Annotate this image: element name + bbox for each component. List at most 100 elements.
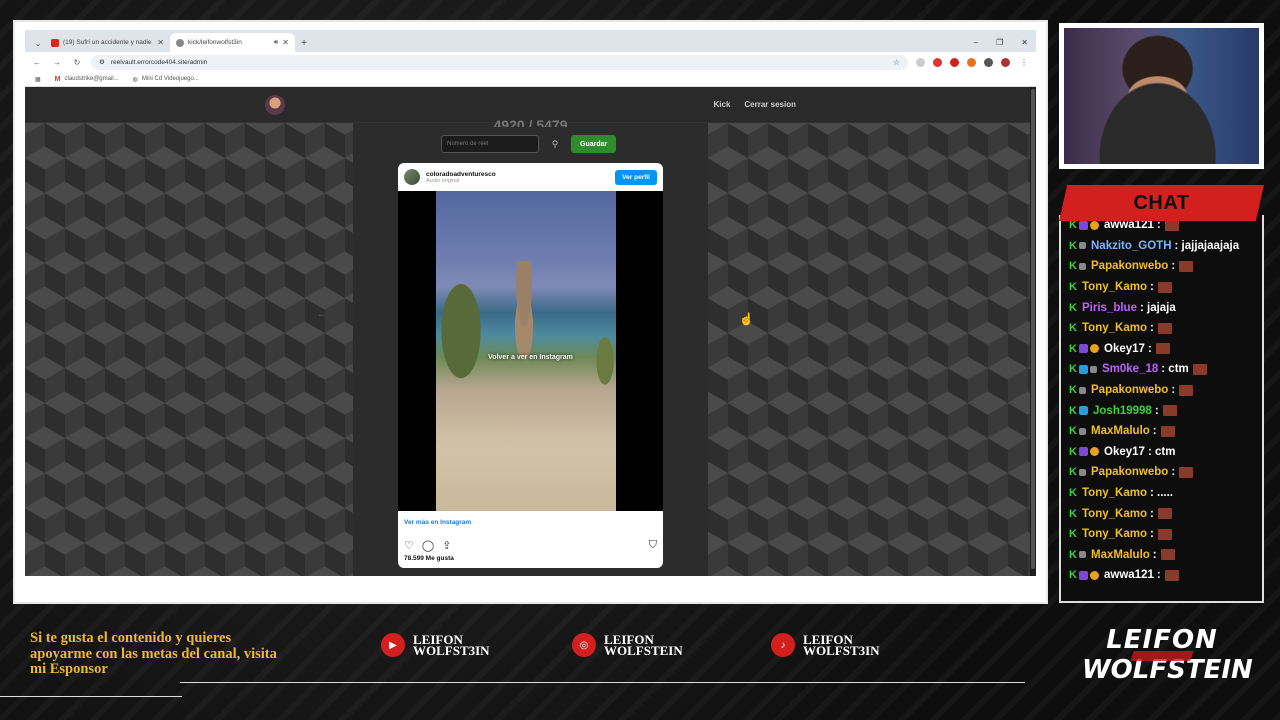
kick-icon: K (1069, 548, 1077, 561)
chat-text: : (1156, 569, 1161, 582)
reload-icon[interactable]: ↻ (71, 58, 83, 67)
chat-username[interactable]: awwa121 (1104, 219, 1154, 231)
share-icon[interactable]: ⇪ (442, 539, 451, 552)
kick-icon: K (1069, 507, 1077, 520)
new-tab-button[interactable]: + (295, 34, 313, 52)
replay-overlay[interactable]: Volver a ver en Instagram (398, 354, 663, 361)
sub-badge-icon (1079, 447, 1088, 457)
sub-badge-icon (1079, 344, 1088, 354)
view-profile-button[interactable]: Ver perfil (615, 169, 657, 185)
emote-icon (1179, 260, 1194, 272)
chat-username[interactable]: Papakonwebo (1091, 384, 1168, 396)
chat-username[interactable]: awwa121 (1104, 569, 1154, 581)
tab-youtube[interactable]: (19) Sufrí un accidente y nadie ✕ (45, 33, 170, 52)
apps-grid-icon[interactable]: ▦ (35, 76, 41, 83)
chat-text: : (1154, 404, 1159, 417)
chat-username[interactable]: Okey17 (1104, 446, 1145, 458)
sub-badge-icon (1079, 570, 1088, 580)
ig-header: coloradoadventuresco Audio original Ver … (398, 163, 663, 191)
chat-username[interactable]: Sm0ke_18 (1102, 363, 1158, 375)
browser-window: ⌄ (19) Sufrí un accidente y nadie ✕ kick… (25, 30, 1036, 576)
chat-username[interactable]: Tony_Kamo (1082, 528, 1147, 540)
chat-username[interactable]: Papakonwebo (1091, 466, 1168, 478)
forward-icon[interactable]: → (51, 58, 63, 67)
site-logo[interactable] (265, 94, 285, 115)
url-field[interactable]: ⚙ reelvault.errorcode404.site/admin ☆ (91, 54, 908, 70)
chat-text: : ..... (1149, 487, 1173, 500)
sponsor-text: Si te gusta el contenido y quieres apoya… (30, 630, 277, 677)
chat-text: : (1152, 548, 1157, 561)
extensions-puzzle-icon[interactable] (984, 57, 993, 67)
chat-username[interactable]: Tony_Kamo (1082, 508, 1147, 520)
close-tab-icon[interactable]: ✕ (157, 38, 164, 47)
prev-arrow-icon[interactable]: ← (317, 309, 327, 320)
webcam-frame (1059, 23, 1264, 169)
tool-badge-icon (1079, 468, 1086, 476)
chat-username[interactable]: MaxMalulo (1091, 425, 1150, 437)
close-tab-icon[interactable]: ✕ (282, 38, 289, 47)
chat-message: K Piris_blue: jajaja (1069, 297, 1254, 318)
chat-username[interactable]: Piris_blue (1082, 302, 1137, 314)
chat-username[interactable]: Papakonwebo (1091, 260, 1168, 272)
avatar[interactable] (404, 169, 420, 185)
chat-username[interactable]: MaxMalulo (1091, 549, 1150, 561)
handle-line: WOLFST3IN (413, 643, 490, 658)
save-button[interactable]: Guardar (571, 135, 617, 153)
bush-shape (594, 331, 616, 391)
chat-text: : (1171, 260, 1176, 273)
youtube-icon (51, 38, 59, 47)
restore-icon[interactable]: ❐ (996, 38, 1003, 47)
emote-icon (1192, 363, 1207, 375)
chat-username[interactable]: Okey17 (1104, 343, 1145, 355)
extension-icon[interactable] (916, 57, 925, 67)
tab-search-icon[interactable]: ⌄ (31, 34, 45, 52)
emote-icon (1157, 508, 1172, 520)
profile-avatar[interactable] (1001, 57, 1010, 67)
chat-username[interactable]: Nakzito_GOTH (1091, 240, 1172, 252)
metamask-icon[interactable] (967, 57, 976, 67)
menu-dots-icon[interactable]: ⋮ (1018, 58, 1030, 67)
close-window-icon[interactable]: ✕ (1021, 38, 1028, 47)
bookmark-minicd[interactable]: ◍ Mini Cd Videojuego... (133, 76, 199, 83)
minimize-icon[interactable]: – (974, 38, 978, 47)
chat-username[interactable]: Tony_Kamo (1082, 322, 1147, 334)
comment-icon[interactable]: ◯ (422, 539, 434, 552)
tab-kick[interactable]: kick/leifonwolfst3in 🔊︎ ✕ (170, 33, 295, 52)
window-controls: – ❐ ✕ (966, 38, 1036, 52)
search-icon[interactable]: ⚲ (547, 136, 563, 152)
nav-link-kick[interactable]: Kick (714, 100, 731, 109)
kick-icon: K (1069, 487, 1077, 500)
speaker-icon[interactable]: 🔊︎ (274, 39, 278, 47)
heart-icon[interactable]: ♡ (404, 539, 414, 552)
bookmark-gmail[interactable]: Mclaudstrike@gmail... (55, 76, 119, 83)
reel-number-input[interactable] (441, 135, 539, 153)
bookmark-icon[interactable]: ⛉ (649, 539, 657, 552)
chat-username[interactable]: Tony_Kamo (1082, 281, 1147, 293)
extension-icon[interactable] (950, 57, 959, 67)
site-info-icon[interactable]: ⚙ (99, 58, 105, 66)
chat-username[interactable]: Josh19998 (1093, 405, 1152, 417)
chat-username[interactable]: Tony_Kamo (1082, 487, 1147, 499)
back-icon[interactable]: ← (31, 58, 43, 67)
page-scrollbar[interactable] (1030, 87, 1036, 576)
url-text: reelvault.errorcode404.site/admin (110, 58, 208, 66)
bookmark-star-icon[interactable]: ☆ (893, 58, 900, 67)
chat-title: CHAT (1059, 185, 1264, 221)
extension-icon[interactable] (933, 57, 942, 67)
ig-video[interactable]: Volver a ver en Instagram (398, 191, 663, 511)
kick-icon: K (1069, 425, 1077, 438)
handle-line: WOLFST3IN (803, 643, 880, 658)
ig-actions: ♡ ◯ ⇪ ⛉ (398, 537, 663, 554)
ig-username[interactable]: coloradoadventuresco (426, 171, 496, 178)
nav-link-logout[interactable]: Cerrar sesion (744, 100, 796, 109)
reel-form: ⚲ Guardar (441, 135, 617, 153)
instagram-embed: coloradoadventuresco Audio original Ver … (398, 163, 663, 568)
bookmarks-bar: ▦ Mclaudstrike@gmail... ◍ Mini Cd Videoju… (25, 72, 1036, 87)
see-more-link[interactable]: Ver más en Instagram (398, 511, 663, 537)
web-page: Kick Cerrar sesion ← ☝ 4920 / 5479 ⚲ Gua… (25, 87, 1036, 576)
scroll-thumb[interactable] (1031, 89, 1035, 569)
chat-message: K Josh19998: (1069, 400, 1254, 421)
chat-message: K Sm0ke_18: ctm (1069, 359, 1254, 380)
coin-badge-icon (1090, 220, 1099, 230)
emote-icon (1179, 384, 1194, 396)
